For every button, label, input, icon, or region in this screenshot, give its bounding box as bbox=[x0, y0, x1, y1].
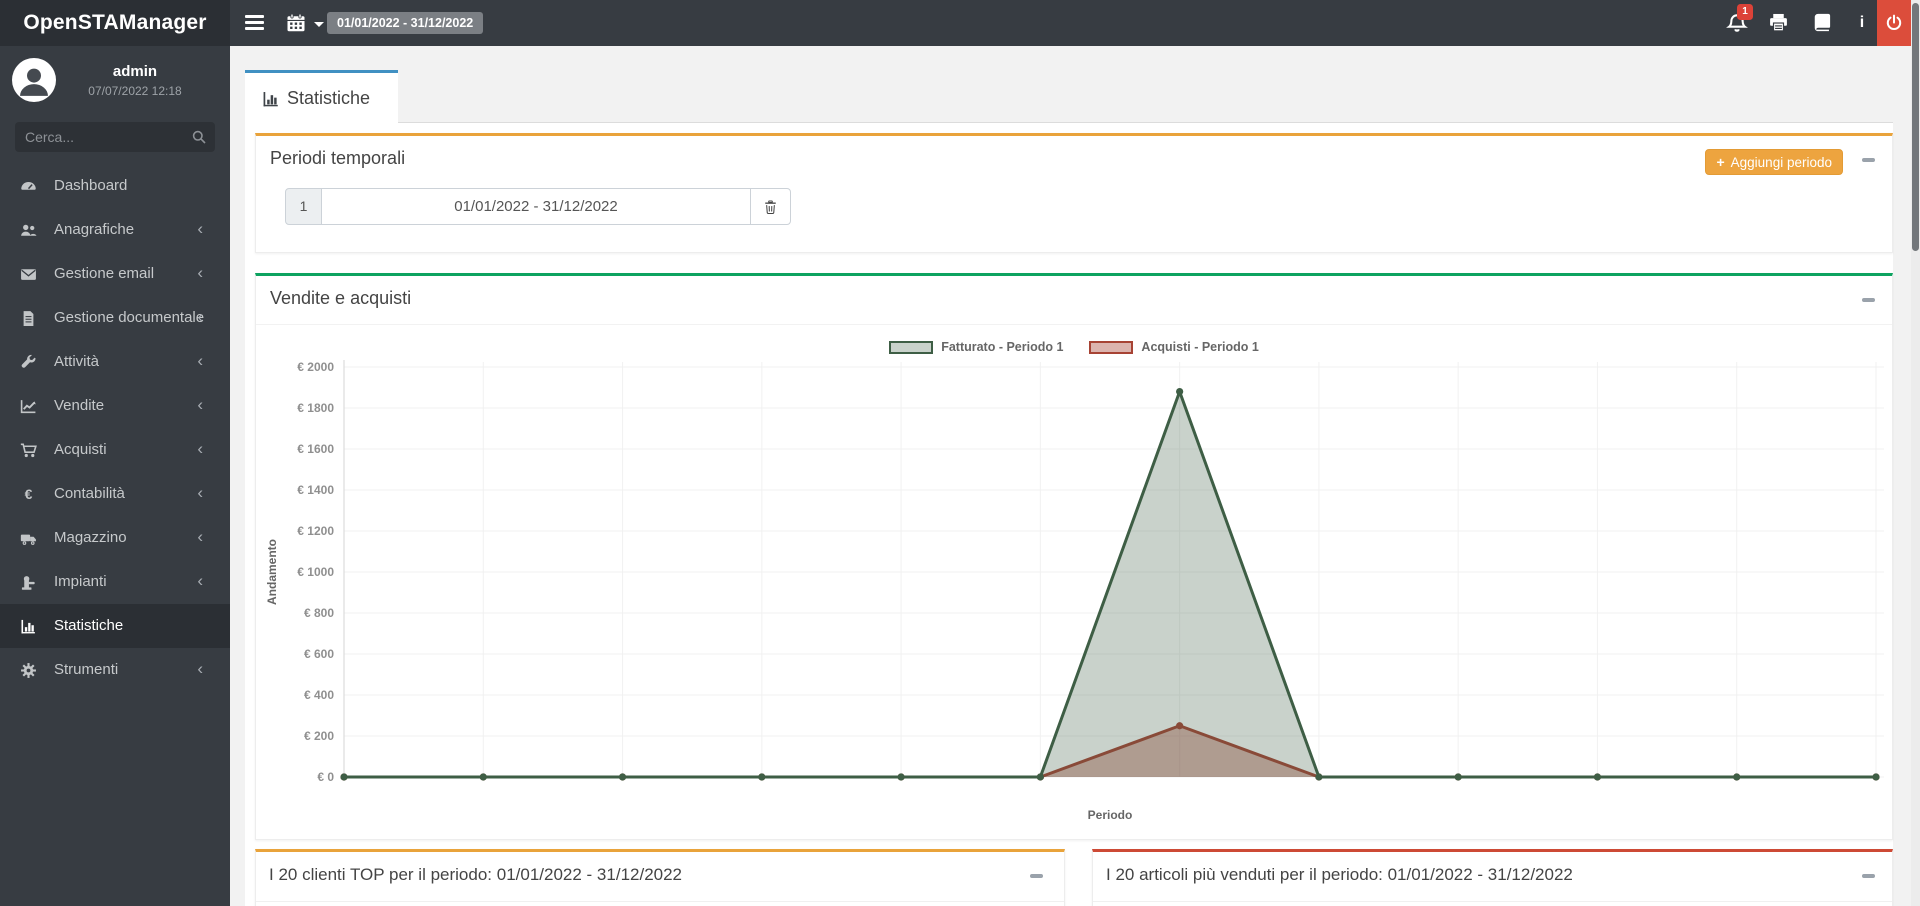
chevron-left-icon: ‹ bbox=[197, 560, 203, 602]
y-axis-label: Andamento bbox=[265, 539, 279, 605]
svg-text:€ 400: € 400 bbox=[304, 688, 334, 702]
date-range-display[interactable]: 01/01/2022 - 31/12/2022 bbox=[327, 12, 483, 34]
sidebar-item-acquisti[interactable]: Acquisti ‹ bbox=[0, 428, 230, 472]
file-icon bbox=[20, 310, 37, 327]
sidebar-item-strumenti[interactable]: Strumenti ‹ bbox=[0, 648, 230, 692]
login-datetime: 07/07/2022 12:18 bbox=[60, 84, 210, 98]
printer-icon bbox=[1768, 20, 1789, 37]
sidebar-item-contabilita[interactable]: € Contabilità ‹ bbox=[0, 472, 230, 516]
machine-icon bbox=[20, 574, 37, 591]
sidebar-item-gestione-email[interactable]: Gestione email ‹ bbox=[0, 252, 230, 296]
periods-card: Periodi temporali +Aggiungi periodo 1 bbox=[255, 133, 1893, 253]
scrollbar-thumb[interactable] bbox=[1912, 3, 1919, 251]
sidebar-menu: Dashboard Anagrafiche ‹ bbox=[0, 164, 230, 692]
svg-text:€ 600: € 600 bbox=[304, 647, 334, 661]
trash-icon bbox=[763, 199, 778, 215]
users-icon bbox=[20, 222, 37, 239]
logout-button[interactable] bbox=[1877, 0, 1911, 46]
svg-text:€ 1200: € 1200 bbox=[297, 524, 334, 538]
user-name: admin bbox=[60, 63, 210, 80]
chevron-left-icon: ‹ bbox=[197, 428, 203, 470]
svg-text:€ 1600: € 1600 bbox=[297, 442, 334, 456]
svg-text:€ 2000: € 2000 bbox=[297, 360, 334, 374]
chevron-left-icon: ‹ bbox=[197, 340, 203, 382]
chevron-left-icon: ‹ bbox=[197, 384, 203, 426]
sidebar-item-gestione-documentale[interactable]: Gestione documentale ‹ bbox=[0, 296, 230, 340]
chevron-down-icon bbox=[314, 22, 324, 27]
bar-chart-icon bbox=[20, 618, 37, 635]
period-daterange-input[interactable] bbox=[322, 188, 750, 225]
wrench-icon bbox=[20, 354, 37, 371]
tab-statistiche[interactable]: Statistiche bbox=[245, 70, 398, 123]
sales-purchases-card: Vendite e acquisti Fatturato - Periodo 1… bbox=[255, 273, 1893, 840]
chart-line-icon bbox=[20, 398, 37, 415]
svg-text:€ 800: € 800 bbox=[304, 606, 334, 620]
add-period-button[interactable]: +Aggiungi periodo bbox=[1705, 149, 1843, 175]
sidebar-toggle-button[interactable] bbox=[245, 15, 264, 31]
avatar[interactable] bbox=[12, 58, 56, 102]
sidebar-item-anagrafiche[interactable]: Anagrafiche ‹ bbox=[0, 208, 230, 252]
sidebar-item-impianti[interactable]: Impianti ‹ bbox=[0, 560, 230, 604]
cart-icon bbox=[20, 442, 37, 459]
svg-text:€ 200: € 200 bbox=[304, 729, 334, 743]
manual-button[interactable] bbox=[1811, 12, 1833, 34]
top-articles-title: I 20 articoli più venduti per il periodo… bbox=[1106, 865, 1573, 885]
sidebar-item-attivita[interactable]: Attività ‹ bbox=[0, 340, 230, 384]
svg-text:€ 1000: € 1000 bbox=[297, 565, 334, 579]
period-calendar-dropdown[interactable] bbox=[286, 13, 324, 35]
info-button[interactable]: i bbox=[1851, 12, 1873, 34]
brand-logo[interactable]: OpenSTAManager bbox=[0, 0, 230, 46]
svg-text:€ 1800: € 1800 bbox=[297, 401, 334, 415]
svg-text:€ 1400: € 1400 bbox=[297, 483, 334, 497]
sidebar-item-dashboard[interactable]: Dashboard bbox=[0, 164, 230, 208]
openstamanager-app: OpenSTAManager 01/01/2022 - 31/12/2022 bbox=[0, 0, 1920, 906]
top-clients-title: I 20 clienti TOP per il periodo: 01/01/2… bbox=[269, 865, 682, 885]
truck-icon bbox=[20, 530, 37, 547]
svg-text:€ 0: € 0 bbox=[317, 770, 334, 784]
search-input[interactable] bbox=[25, 122, 185, 152]
collapse-button[interactable] bbox=[1862, 158, 1875, 162]
info-icon: i bbox=[1860, 14, 1864, 31]
sidebar-item-magazzino[interactable]: Magazzino ‹ bbox=[0, 516, 230, 560]
top-articles-card: I 20 articoli più venduti per il periodo… bbox=[1092, 849, 1893, 906]
envelope-icon bbox=[20, 266, 37, 283]
gear-icon bbox=[20, 662, 37, 679]
sales-card-header: Vendite e acquisti bbox=[256, 276, 1892, 325]
scrollbar-track[interactable] bbox=[1911, 0, 1920, 906]
bar-chart-icon bbox=[262, 90, 280, 113]
print-button[interactable] bbox=[1767, 12, 1789, 34]
sidebar-item-vendite[interactable]: Vendite ‹ bbox=[0, 384, 230, 428]
chevron-left-icon: ‹ bbox=[197, 516, 203, 558]
plus-icon: + bbox=[1716, 154, 1724, 170]
euro-icon: € bbox=[20, 486, 37, 503]
chevron-left-icon: ‹ bbox=[197, 252, 203, 294]
sales-purchases-chart: € 0 € 200 € 400 € 600 € 800 € 1000 € 1200 € 140… bbox=[256, 331, 1892, 841]
period-index: 1 bbox=[285, 188, 322, 225]
chevron-left-icon: ‹ bbox=[197, 648, 203, 690]
calendar-icon bbox=[286, 20, 306, 37]
chevron-left-icon: ‹ bbox=[197, 208, 203, 250]
top-articles-header: I 20 articoli più venduti per il periodo… bbox=[1093, 852, 1892, 902]
topbar: OpenSTAManager 01/01/2022 - 31/12/2022 bbox=[0, 0, 1920, 46]
collapse-button[interactable] bbox=[1862, 298, 1875, 302]
tab-label: Statistiche bbox=[287, 73, 370, 123]
chevron-left-icon: ‹ bbox=[197, 296, 203, 338]
book-icon bbox=[1812, 20, 1833, 37]
sidebar: admin 07/07/2022 12:18 Dashboard bbox=[0, 46, 230, 906]
top-clients-header: I 20 clienti TOP per il periodo: 01/01/2… bbox=[256, 852, 1064, 902]
notification-badge: 1 bbox=[1737, 4, 1753, 20]
chevron-left-icon: ‹ bbox=[197, 472, 203, 514]
sidebar-search bbox=[15, 122, 215, 152]
x-axis-label: Periodo bbox=[1088, 808, 1133, 822]
top-clients-card: I 20 clienti TOP per il periodo: 01/01/2… bbox=[255, 849, 1065, 906]
delete-period-button[interactable] bbox=[750, 188, 791, 225]
bell-icon bbox=[1726, 21, 1748, 38]
tachometer-icon bbox=[20, 178, 37, 195]
sidebar-item-statistiche[interactable]: Statistiche bbox=[0, 604, 230, 648]
periods-card-title: Periodi temporali bbox=[270, 148, 405, 169]
collapse-button[interactable] bbox=[1862, 874, 1875, 878]
sales-card-title: Vendite e acquisti bbox=[270, 288, 411, 309]
collapse-button[interactable] bbox=[1030, 874, 1043, 878]
search-icon[interactable] bbox=[191, 129, 207, 150]
